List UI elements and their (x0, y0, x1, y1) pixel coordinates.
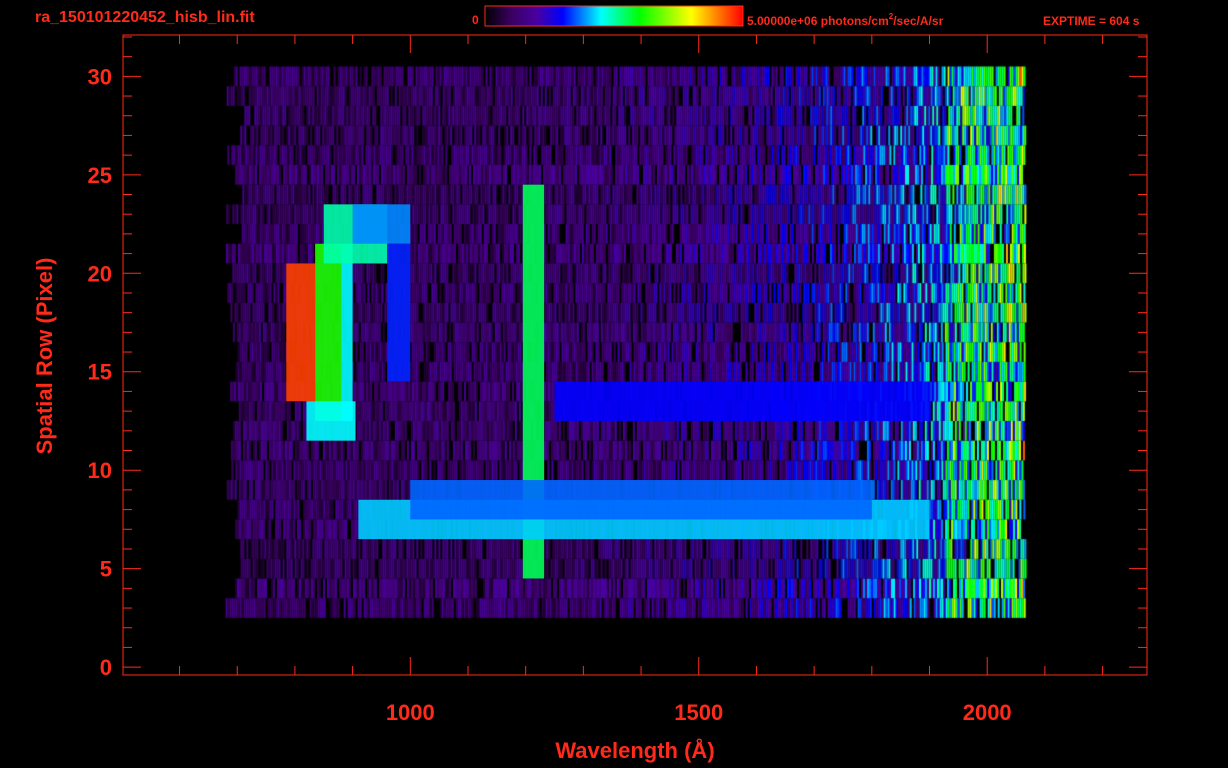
y-tick-label: 30 (88, 64, 112, 89)
heatmap-feature-band-row-8 (410, 480, 872, 520)
heatmap-feature-arc-core (286, 263, 316, 402)
heatmap-feature-arc-bottom (306, 401, 356, 441)
x-tick-label: 2000 (963, 700, 1012, 725)
axis-ticks (123, 35, 1147, 675)
x-tick-label: 1500 (674, 700, 723, 725)
y-axis-label: Spatial Row (Pixel) (32, 258, 57, 455)
heatmap-feature-arc-inner (315, 243, 342, 421)
plot-frame (122, 34, 1148, 676)
heatmap-feature-arc-top-edge (352, 204, 411, 244)
colorbar-min-label: 0 (472, 13, 479, 27)
colorbar-max-label: 5.00000e+06 photons/cm2/sec/A/sr (747, 12, 944, 28)
y-tick-label: 20 (88, 261, 112, 286)
y-tick-label: 10 (88, 458, 112, 483)
y-tick-label: 5 (100, 557, 112, 582)
heatmap-feature-arc-upper-right (387, 243, 411, 382)
colorbar (484, 5, 744, 27)
exptime-label: EXPTIME = 604 s (1043, 14, 1140, 28)
heatmap-feature-arc-outer (341, 243, 353, 421)
spectrum-plot: 1000 1500 2000 0 5 10 15 20 25 30 ra_150101220452… (32, 5, 1148, 763)
y-tick-label: 15 (88, 360, 112, 385)
x-tick-label: 1000 (386, 700, 435, 725)
heatmap-features (286, 184, 930, 579)
heatmap-feature-band-row-13 (554, 381, 930, 421)
y-tick-label: 25 (88, 163, 112, 188)
x-axis-label: Wavelength (Å) (555, 737, 714, 763)
file-title: ra_150101220452_hisb_lin.fit (35, 9, 255, 26)
y-tick-label: 0 (100, 655, 112, 680)
